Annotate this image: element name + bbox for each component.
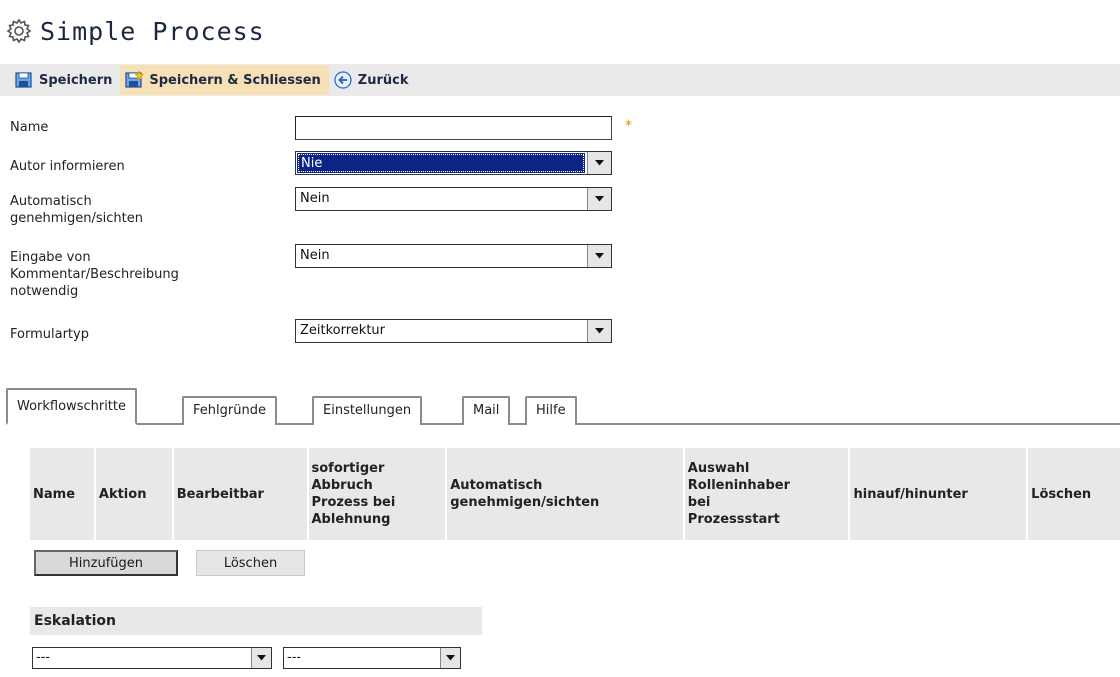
- save-close-label: Speichern & Schliessen: [149, 72, 321, 88]
- escalation-select-2-value: ---: [287, 650, 302, 665]
- comment-required-label: Eingabe von Kommentar/Beschreibung notwe…: [10, 250, 179, 299]
- column-header-hinauf-hinunter: hinauf/hinunter: [850, 448, 1027, 540]
- page-header: Simple Process: [6, 14, 265, 48]
- notify-author-value: Nie: [297, 153, 585, 173]
- form-type-row: Formulartyp: [10, 326, 295, 343]
- notify-author-select[interactable]: Nie: [295, 151, 612, 175]
- chevron-down-icon[interactable]: [440, 648, 460, 668]
- auto-approve-value: Nein: [300, 191, 330, 206]
- auto-approve-label: Automatisch genehmigen/sichten: [10, 194, 143, 226]
- save-button[interactable]: Speichern: [10, 65, 120, 95]
- column-header-aktion: Aktion: [95, 448, 172, 540]
- column-header-automatisch: Automatisch genehmigen/sichten: [447, 448, 683, 540]
- chevron-down-icon[interactable]: [587, 188, 611, 210]
- form-type-label: Formulartyp: [10, 327, 89, 342]
- workflow-steps-table-header: Name Aktion Bearbeitbar sofortiger Abbruc…: [30, 448, 1120, 540]
- chevron-down-icon[interactable]: [251, 648, 271, 668]
- column-header-sofortiger-abbruch: sofortiger Abbruch Prozess bei Ablehnung: [308, 448, 446, 540]
- name-row: Name: [10, 119, 295, 136]
- back-button[interactable]: Zurück: [329, 65, 417, 95]
- chevron-down-icon[interactable]: [587, 152, 611, 174]
- save-label: Speichern: [39, 72, 113, 88]
- chevron-down-icon[interactable]: [587, 245, 611, 267]
- name-label: Name: [10, 120, 49, 135]
- chevron-down-icon[interactable]: [587, 320, 611, 342]
- escalation-select-2[interactable]: ---: [283, 647, 461, 669]
- column-header-auswahl-rolleninhaber: Auswahl Rolleninhaber bei Prozessstart: [684, 448, 849, 540]
- column-header-name: Name: [30, 448, 94, 540]
- tab-fehlgruende[interactable]: Fehlgründe: [182, 396, 277, 425]
- auto-approve-row: Automatisch genehmigen/sichten: [10, 193, 295, 227]
- page-title: Simple Process: [40, 16, 265, 46]
- back-arrow-icon: [334, 71, 352, 89]
- required-marker: *: [625, 118, 632, 134]
- form-type-value: Zeitkorrektur: [300, 323, 386, 338]
- comment-required-select[interactable]: Nein: [295, 244, 612, 268]
- escalation-header: Eskalation: [30, 607, 482, 635]
- escalation-select-1[interactable]: ---: [32, 647, 272, 669]
- back-label: Zurück: [357, 72, 409, 88]
- form-type-select[interactable]: Zeitkorrektur: [295, 319, 612, 343]
- name-input[interactable]: [295, 116, 612, 140]
- tab-workflowschritte[interactable]: Workflowschritte: [6, 388, 138, 425]
- delete-button[interactable]: Löschen: [196, 550, 305, 576]
- save-close-button[interactable]: Speichern & Schliessen: [120, 65, 329, 95]
- comment-required-value: Nein: [300, 248, 330, 263]
- notify-author-row: Autor informieren: [10, 158, 295, 175]
- notify-author-label: Autor informieren: [10, 159, 125, 174]
- add-button[interactable]: Hinzufügen: [34, 550, 178, 576]
- escalation-select-1-value: ---: [36, 650, 51, 665]
- column-header-bearbeitbar: Bearbeitbar: [173, 448, 307, 540]
- column-header-loeschen: Löschen: [1028, 448, 1120, 540]
- gear-icon: [6, 18, 32, 44]
- tab-hilfe[interactable]: Hilfe: [525, 396, 577, 425]
- tab-einstellungen[interactable]: Einstellungen: [312, 396, 423, 425]
- tab-mail[interactable]: Mail: [462, 396, 511, 425]
- auto-approve-select[interactable]: Nein: [295, 187, 612, 211]
- tab-bar: Workflowschritte Fehlgründe Einstellunge…: [6, 385, 1120, 425]
- save-close-icon: [125, 70, 145, 88]
- toolbar: Speichern Speichern & Schliessen Zurück: [0, 64, 1120, 96]
- save-icon: [15, 72, 32, 88]
- comment-required-row: Eingabe von Kommentar/Beschreibung notwe…: [10, 249, 295, 300]
